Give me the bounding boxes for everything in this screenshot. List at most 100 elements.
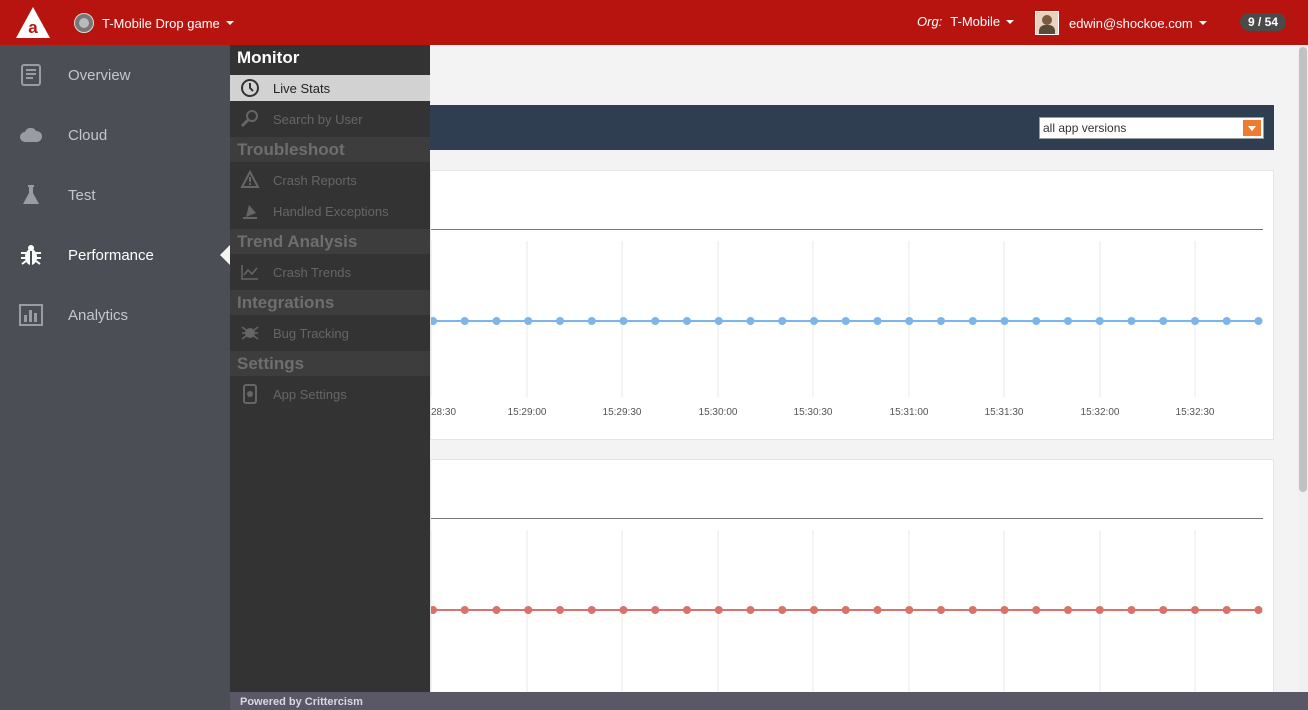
data-point[interactable] (1032, 317, 1041, 325)
data-point[interactable] (1159, 317, 1168, 325)
appcelerator-logo-icon[interactable]: a (16, 7, 50, 38)
data-point[interactable] (778, 606, 787, 614)
user-menu[interactable]: edwin@shockoe.com (1035, 11, 1207, 35)
menu-item-bug-tracking[interactable]: Bug Tracking (230, 320, 430, 346)
bug-icon (21, 245, 41, 265)
data-point[interactable] (431, 606, 437, 614)
data-point[interactable] (778, 317, 787, 325)
scrollbar-thumb[interactable] (1299, 47, 1307, 492)
nav-item-test[interactable]: Test (0, 165, 230, 225)
data-point[interactable] (1127, 606, 1136, 614)
data-point[interactable] (651, 317, 660, 325)
data-point[interactable] (683, 606, 691, 614)
data-point[interactable] (937, 606, 945, 614)
data-point[interactable] (905, 317, 914, 325)
x-tick-label: 15:29:00 (508, 407, 547, 418)
data-point[interactable] (556, 317, 564, 325)
menu-item-search-by-user[interactable]: Search by User (230, 106, 430, 132)
nav-item-overview[interactable]: Overview (0, 45, 230, 105)
data-point[interactable] (746, 606, 755, 614)
data-point[interactable] (1222, 606, 1231, 614)
data-point[interactable] (905, 606, 914, 614)
data-point[interactable] (587, 606, 596, 614)
app-version-select[interactable]: all app versions (1039, 117, 1264, 139)
org-label: Org: (917, 14, 943, 29)
nav-item-performance[interactable]: Performance (0, 225, 230, 285)
data-point[interactable] (1064, 317, 1072, 325)
performance-flyout-menu: Monitor Live Stats Search by User Troubl… (230, 45, 430, 692)
menu-item-label: App Settings (273, 386, 347, 402)
data-point[interactable] (968, 317, 977, 325)
data-point[interactable] (492, 606, 501, 614)
menu-item-app-settings[interactable]: App Settings (230, 381, 430, 407)
menu-item-live-stats[interactable]: Live Stats (230, 75, 430, 101)
data-point[interactable] (460, 606, 469, 614)
vertical-scrollbar[interactable] (1298, 45, 1308, 692)
chart-panel: y 28:3015:29:0015:29:3015:30:0015:30:301… (430, 170, 1274, 440)
menu-item-handled-exceptions[interactable]: Handled Exceptions (230, 198, 430, 224)
data-point[interactable] (1032, 606, 1041, 614)
data-point[interactable] (1095, 606, 1104, 614)
org-switcher[interactable]: Org: T-Mobile (917, 14, 1015, 29)
data-point[interactable] (587, 317, 596, 325)
data-point[interactable] (1191, 606, 1199, 614)
data-point[interactable] (1222, 317, 1231, 325)
footer: Powered by Crittercism (230, 692, 1308, 710)
data-point[interactable] (1064, 606, 1072, 614)
data-point[interactable] (1095, 317, 1104, 325)
data-point[interactable] (524, 317, 533, 325)
data-point[interactable] (810, 317, 818, 325)
data-point[interactable] (492, 317, 501, 325)
top-bar: a T-Mobile Drop game Org: T-Mobile edwin… (0, 0, 1308, 45)
data-point[interactable] (1000, 606, 1009, 614)
data-point[interactable] (873, 317, 882, 325)
data-point[interactable] (1127, 317, 1136, 325)
x-tick-label: 15:31:30 (985, 407, 1024, 418)
nav-item-label: Analytics (68, 306, 129, 324)
menu-item-crash-reports[interactable]: Crash Reports (230, 167, 430, 193)
section-header-integrations: Integrations (230, 290, 430, 315)
data-point[interactable] (460, 317, 469, 325)
app-avatar-icon (74, 13, 94, 33)
data-point[interactable] (431, 317, 437, 325)
app-switcher[interactable]: T-Mobile Drop game (74, 12, 234, 34)
menu-item-label: Handled Exceptions (273, 203, 389, 219)
filter-bar: all app versions (430, 105, 1274, 150)
data-point[interactable] (746, 317, 755, 325)
data-point[interactable] (841, 606, 850, 614)
x-tick-label: 15:32:30 (1176, 407, 1215, 418)
data-point[interactable] (619, 606, 628, 614)
data-point[interactable] (683, 317, 691, 325)
data-point[interactable] (619, 317, 628, 325)
user-email: edwin@shockoe.com (1069, 15, 1193, 31)
data-point[interactable] (714, 317, 723, 325)
bug-tracking-icon (241, 326, 259, 340)
overview-icon (21, 64, 41, 86)
data-point[interactable] (556, 606, 564, 614)
menu-item-label: Bug Tracking (273, 325, 349, 341)
data-point[interactable] (1254, 606, 1263, 614)
data-point[interactable] (937, 317, 945, 325)
data-point[interactable] (841, 317, 850, 325)
nav-item-analytics[interactable]: Analytics (0, 285, 230, 345)
active-indicator-arrow (220, 245, 230, 265)
menu-item-crash-trends[interactable]: Crash Trends (230, 259, 430, 285)
data-point[interactable] (873, 606, 882, 614)
app-counter-badge[interactable]: 9 / 54 (1240, 13, 1287, 31)
section-header-monitor: Monitor (230, 45, 430, 70)
data-point[interactable] (524, 606, 533, 614)
data-point[interactable] (714, 606, 723, 614)
data-point[interactable] (810, 606, 818, 614)
data-point[interactable] (968, 606, 977, 614)
chevron-down-icon (1006, 19, 1015, 24)
chevron-down-icon (225, 21, 234, 25)
cloud-icon (20, 127, 43, 142)
nav-item-cloud[interactable]: Cloud (0, 105, 230, 165)
data-point[interactable] (1254, 317, 1263, 325)
chart-panel (430, 459, 1274, 692)
data-point[interactable] (1000, 317, 1009, 325)
chevron-down-icon[interactable] (1243, 120, 1261, 136)
data-point[interactable] (1191, 317, 1199, 325)
data-point[interactable] (1159, 606, 1168, 614)
data-point[interactable] (651, 606, 660, 614)
